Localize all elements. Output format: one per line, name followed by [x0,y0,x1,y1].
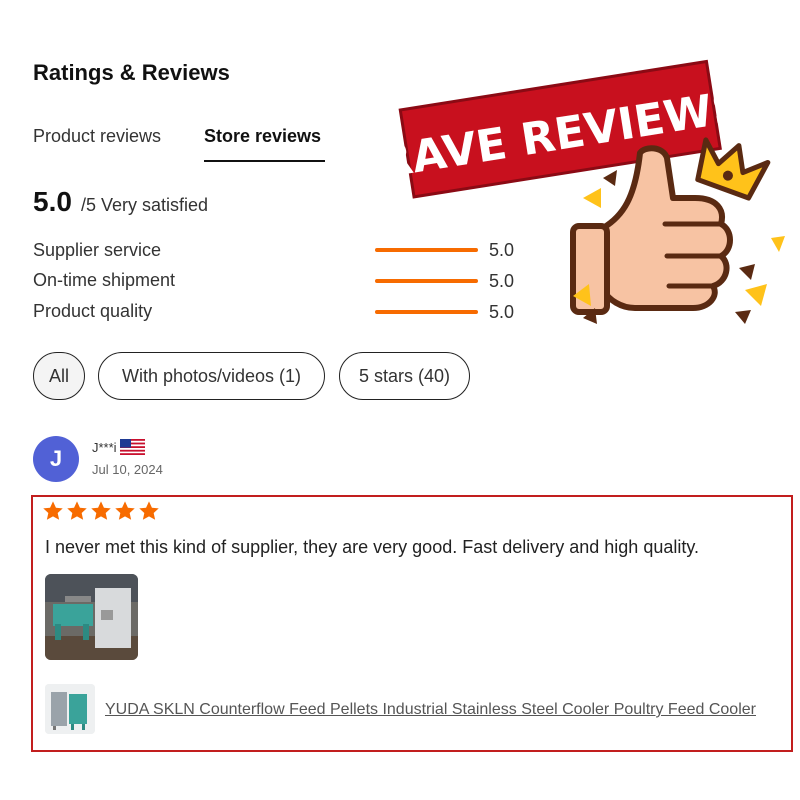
filter-5-stars-button[interactable]: 5 stars (40) [339,352,470,400]
active-tab-indicator [204,160,325,162]
star-icon [115,501,135,520]
product-link[interactable]: YUDA SKLN Counterflow Feed Pellets Indus… [105,701,756,719]
reviewer-info: J***i [92,439,145,455]
review-text: I never met this kind of supplier, they … [45,537,700,557]
overall-score-label: /5 Very satisfied [81,195,209,215]
star-icon [67,501,87,520]
page-title: Ratings & Reviews [33,60,230,85]
metric-label-supplier-service: Supplier service [33,240,162,260]
review-star-rating [42,500,160,522]
rave-reviews-graphic: RAVE REVIEWS [395,59,785,324]
us-flag-icon [119,439,145,455]
metric-label-on-time-shipment: On-time shipment [33,270,176,290]
machine-photo-icon [45,574,138,660]
avatar: J [33,436,79,482]
crown-icon [695,137,771,201]
star-icon [91,501,111,520]
filter-photos-videos-button[interactable]: With photos/videos (1) [98,352,325,400]
star-icon [43,501,63,520]
product-thumbnail[interactable] [45,684,95,734]
metric-label-product-quality: Product quality [33,301,153,321]
reviewer-name: J***i [92,439,117,455]
star-icon [139,501,159,520]
review-date: Jul 10, 2024 [92,462,163,477]
review-photo[interactable] [45,574,138,660]
cooler-machine-icon [45,684,95,734]
filter-all-button[interactable]: All [33,352,85,400]
overall-score: 5.0 [33,186,72,217]
tab-store-reviews[interactable]: Store reviews [204,126,321,147]
tab-product-reviews[interactable]: Product reviews [33,126,161,147]
